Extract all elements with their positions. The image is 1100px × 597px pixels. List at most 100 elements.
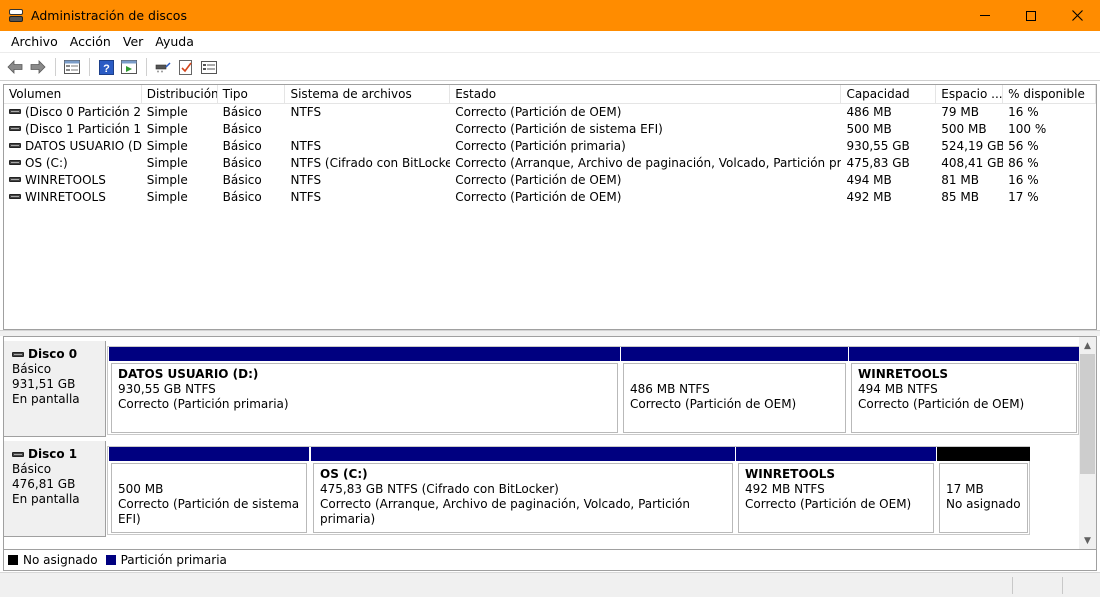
legend-label: No asignado	[23, 553, 98, 567]
disk-row-1: Disco 1 Básico 476,81 GB En pantalla 500…	[4, 441, 1080, 537]
table-row[interactable]: (Disco 1 Partición 1) Simple Básico Corr…	[4, 121, 1096, 138]
scroll-thumb[interactable]	[1080, 354, 1095, 474]
drive-icon	[9, 160, 21, 165]
scroll-down-icon[interactable]: ▼	[1079, 532, 1096, 549]
column-header-volumen[interactable]: Volumen	[4, 85, 142, 104]
disk-icon	[12, 452, 24, 457]
legend-item-unallocated: No asignado	[8, 553, 98, 567]
partition-os-c[interactable]: OS (C:) 475,83 GB NTFS (Cifrado con BitL…	[311, 447, 735, 533]
toolbar: ?	[0, 54, 1100, 81]
close-button[interactable]	[1054, 0, 1100, 31]
legend-label: Partición primaria	[120, 553, 227, 567]
volume-name-cell: OS (C:)	[4, 155, 142, 172]
disk-0-partitions: DATOS USUARIO (D:) 930,55 GB NTFS Correc…	[107, 346, 1079, 435]
partition-winretools[interactable]: WINRETOOLS 494 MB NTFS Correcto (Partici…	[849, 347, 1079, 433]
rescan-icon	[155, 62, 171, 73]
table-row[interactable]: WINRETOOLS Simple Básico NTFS Correcto (…	[4, 172, 1096, 189]
disk-size: 931,51 GB	[12, 377, 76, 391]
drive-icon	[9, 126, 21, 131]
volume-name-cell: DATOS USUARIO (D:)	[4, 138, 142, 155]
partition-winretools[interactable]: WINRETOOLS 492 MB NTFS Correcto (Partici…	[736, 447, 936, 533]
percent-free-cell: 17 %	[1008, 190, 1039, 204]
partition-name: WINRETOOLS	[858, 367, 949, 381]
capacity-cell: 475,83 GB	[846, 156, 910, 170]
partition-status: No asignado	[946, 497, 1021, 511]
partition-body: WINRETOOLS 492 MB NTFS Correcto (Partici…	[738, 463, 934, 533]
volume-list[interactable]: Volumen Distribución Tipo Sistema de arc…	[3, 84, 1097, 330]
help-button[interactable]: ?	[95, 56, 117, 78]
show-list-button[interactable]	[61, 56, 83, 78]
partition-oem[interactable]: 486 MB NTFS Correcto (Partición de OEM)	[621, 347, 848, 433]
partition-status: Correcto (Partición primaria)	[118, 397, 289, 411]
properties-button[interactable]	[118, 56, 140, 78]
disk-type: Básico	[12, 362, 52, 376]
disk-graphical-view[interactable]: Disco 0 Básico 931,51 GB En pantalla DAT…	[3, 336, 1097, 550]
legend: No asignado Partición primaria	[3, 550, 1097, 571]
menu-archivo[interactable]: Archivo	[5, 34, 64, 49]
partition-datos-usuario[interactable]: DATOS USUARIO (D:) 930,55 GB NTFS Correc…	[109, 347, 620, 433]
window-title: Administración de discos	[31, 8, 187, 23]
filesystem-cell: NTFS (Cifrado con BitLocker)	[290, 156, 451, 170]
column-header-distribucion[interactable]: Distribución	[142, 85, 218, 104]
maximize-icon	[1026, 10, 1036, 21]
percent-free-cell: 100 %	[1008, 122, 1047, 136]
free-space-cell: 81 MB	[941, 173, 979, 187]
check-icon	[179, 59, 192, 75]
menu-ver[interactable]: Ver	[117, 34, 149, 49]
maximize-button[interactable]	[1008, 0, 1054, 31]
capacity-cell: 500 MB	[846, 122, 892, 136]
disk-status: En pantalla	[12, 492, 80, 506]
vertical-scrollbar[interactable]: ▲ ▼	[1079, 337, 1096, 549]
capacity-cell: 930,55 GB	[846, 139, 910, 153]
partition-bar	[311, 447, 735, 461]
status-cell: Correcto (Partición de OEM)	[455, 105, 622, 119]
partition-size: 494 MB NTFS	[858, 382, 938, 396]
disk-type: Básico	[12, 462, 52, 476]
table-row[interactable]: (Disco 0 Partición 2) Simple Básico NTFS…	[4, 104, 1096, 121]
column-header-espacio[interactable]: Espacio ...	[936, 85, 1004, 104]
disk-label-0[interactable]: Disco 0 Básico 931,51 GB En pantalla	[4, 341, 106, 437]
menu-accion[interactable]: Acción	[64, 34, 117, 49]
column-header-tipo[interactable]: Tipo	[218, 85, 286, 104]
back-button[interactable]	[4, 56, 26, 78]
volume-name-cell: WINRETOOLS	[4, 189, 142, 206]
status-cell: Correcto (Partición de sistema EFI)	[455, 122, 663, 136]
menu-ayuda[interactable]: Ayuda	[149, 34, 200, 49]
drive-icon	[9, 109, 21, 114]
forward-button[interactable]	[27, 56, 49, 78]
column-header-estado[interactable]: Estado	[450, 85, 842, 104]
settings-button[interactable]	[198, 56, 220, 78]
table-row[interactable]: OS (C:) Simple Básico NTFS (Cifrado con …	[4, 155, 1096, 172]
column-header-disponible[interactable]: % disponible	[1003, 85, 1096, 104]
minimize-button[interactable]	[962, 0, 1008, 31]
forward-icon	[30, 60, 46, 74]
partition-bar	[621, 347, 848, 361]
table-row[interactable]: WINRETOOLS Simple Básico NTFS Correcto (…	[4, 189, 1096, 206]
disk-size: 476,81 GB	[12, 477, 76, 491]
disk-management-app-icon	[9, 9, 23, 22]
column-header-capacidad[interactable]: Capacidad	[841, 85, 937, 104]
partition-unallocated[interactable]: 17 MB No asignado	[937, 447, 1030, 533]
layout-cell: Simple	[146, 190, 188, 204]
toolbar-separator	[146, 58, 147, 76]
free-space-cell: 79 MB	[941, 105, 979, 119]
filesystem-cell: NTFS	[290, 139, 322, 153]
rescan-button[interactable]	[152, 56, 174, 78]
partition-body: 500 MB Correcto (Partición de sistema EF…	[111, 463, 307, 533]
volume-name: (Disco 1 Partición 1)	[25, 122, 142, 136]
partition-efi[interactable]: 500 MB Correcto (Partición de sistema EF…	[109, 447, 309, 533]
close-icon	[1071, 10, 1083, 21]
partition-name: DATOS USUARIO (D:)	[118, 367, 259, 381]
disk-label-1[interactable]: Disco 1 Básico 476,81 GB En pantalla	[4, 441, 106, 537]
column-header-sistema-archivos[interactable]: Sistema de archivos	[285, 85, 451, 104]
partition-body: OS (C:) 475,83 GB NTFS (Cifrado con BitL…	[313, 463, 733, 533]
partition-body: DATOS USUARIO (D:) 930,55 GB NTFS Correc…	[111, 363, 618, 433]
status-cell: Correcto (Partición primaria)	[455, 139, 626, 153]
layout-cell: Simple	[146, 105, 188, 119]
partition-size: 500 MB	[118, 482, 164, 496]
scroll-up-icon[interactable]: ▲	[1079, 337, 1096, 354]
type-cell: Básico	[222, 122, 262, 136]
check-button[interactable]	[175, 56, 197, 78]
table-row[interactable]: DATOS USUARIO (D:) Simple Básico NTFS Co…	[4, 138, 1096, 155]
free-space-cell: 524,19 GB	[941, 139, 1004, 153]
